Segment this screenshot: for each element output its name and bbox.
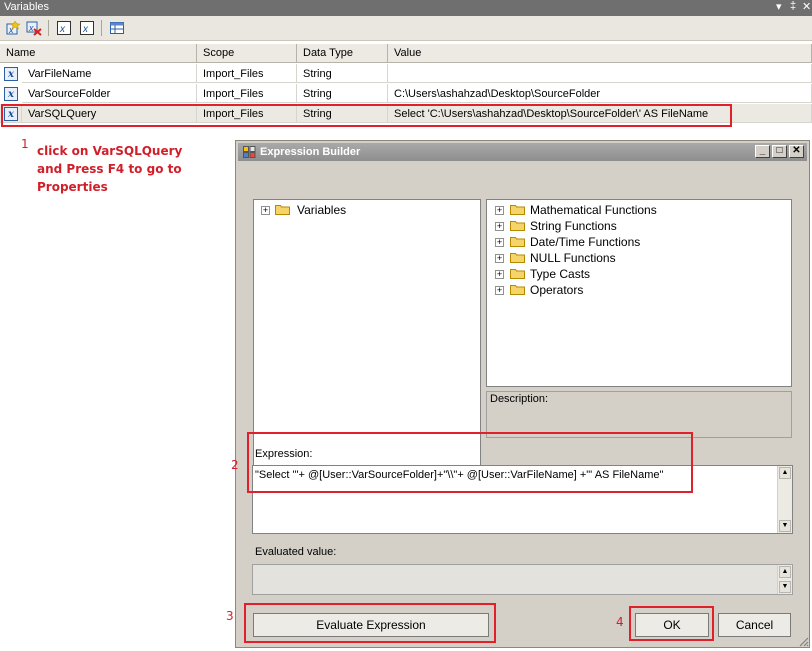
close-button[interactable]: ✕ [789, 145, 804, 158]
tree-item-label[interactable]: Mathematical Functions [530, 203, 657, 219]
delete-variable-icon[interactable]: x [25, 19, 43, 37]
step1-instruction: click on VarSQLQuery and Press F4 to go … [37, 142, 182, 196]
folder-icon [510, 237, 525, 247]
show-system-variables-icon[interactable]: x [55, 19, 73, 37]
expand-icon[interactable]: + [495, 238, 504, 247]
expand-icon[interactable]: + [495, 286, 504, 295]
variables-tree[interactable]: + Variables [253, 199, 481, 480]
scroll-up-icon[interactable]: ▲ [779, 566, 791, 578]
variable-data-type[interactable]: String [297, 104, 388, 123]
column-header-value[interactable]: Value [388, 44, 812, 63]
evaluated-value-label: Evaluated value: [255, 546, 337, 558]
variable-name[interactable]: VarSQLQuery [22, 104, 197, 123]
add-variable-icon[interactable]: x [4, 19, 22, 37]
variable-name[interactable]: VarFileName [22, 64, 197, 83]
toolbar-separator [48, 20, 49, 36]
scroll-down-icon[interactable]: ▼ [779, 581, 791, 593]
column-header-data-type[interactable]: Data Type [297, 44, 388, 63]
svg-text:x: x [28, 23, 34, 33]
dialog-app-icon [243, 146, 256, 158]
variable-name[interactable]: VarSourceFolder [22, 84, 197, 103]
expression-scrollbar[interactable]: ▲ ▼ [777, 466, 792, 533]
evaluated-value-box: ▲ ▼ [252, 564, 793, 595]
scroll-down-icon[interactable]: ▼ [779, 520, 791, 532]
variable-icon: x [4, 87, 18, 101]
svg-text:x: x [59, 24, 66, 35]
step3-number: 3 [226, 609, 234, 623]
evaluate-expression-button[interactable]: Evaluate Expression [253, 613, 489, 637]
variable-value[interactable]: Select 'C:\Users\ashahzad\Desktop\Source… [388, 104, 812, 123]
step2-number: 2 [231, 458, 239, 472]
choose-columns-icon[interactable] [108, 19, 126, 37]
variable-icon: x [4, 67, 18, 81]
step1-line: and Press F4 to go to [37, 162, 182, 176]
dialog-title-bar: Expression Builder _ □ ✕ [238, 143, 807, 161]
variable-scope: Import_Files [197, 104, 297, 123]
expression-text[interactable]: "Select '"+ @[User::VarSourceFolder]+"\\… [255, 469, 663, 481]
dialog-title: Expression Builder [260, 146, 361, 158]
variable-data-type[interactable]: String [297, 84, 388, 103]
tree-item-label[interactable]: NULL Functions [530, 251, 616, 267]
window-position-icon[interactable]: ▾ [776, 0, 782, 13]
variable-data-type[interactable]: String [297, 64, 388, 83]
description-label: Description: [490, 393, 549, 405]
expand-icon[interactable]: + [495, 254, 504, 263]
pin-icon[interactable]: ‡ [790, 0, 796, 12]
folder-icon [275, 205, 290, 215]
expression-textbox[interactable]: "Select '"+ @[User::VarSourceFolder]+"\\… [252, 465, 793, 534]
resize-grip-icon[interactable] [797, 635, 809, 647]
expression-label: Expression: [255, 448, 313, 460]
step1-line: Properties [37, 180, 108, 194]
folder-icon [510, 253, 525, 263]
expression-builder-dialog: Expression Builder _ □ ✕ + Variables + M… [235, 140, 810, 648]
variables-grid: Name Scope Data Type Value x VarFileName… [0, 44, 812, 127]
step1-number: 1 [21, 137, 29, 151]
maximize-button[interactable]: □ [772, 145, 787, 158]
tree-item-variables[interactable]: Variables [297, 203, 346, 219]
expand-icon[interactable]: + [495, 206, 504, 215]
expand-icon[interactable]: + [261, 206, 270, 215]
close-icon[interactable]: ✕ [802, 0, 811, 13]
variables-toolbar: x x x x [0, 16, 812, 41]
step1-line: click on VarSQLQuery [37, 144, 183, 158]
expand-icon[interactable]: + [495, 222, 504, 231]
toolbar-separator [101, 20, 102, 36]
functions-tree[interactable]: + Mathematical Functions + String Functi… [486, 199, 792, 387]
minimize-button[interactable]: _ [755, 145, 770, 158]
column-header-name[interactable]: Name [0, 44, 197, 63]
tree-item-label[interactable]: Operators [530, 283, 583, 299]
step4-number: 4 [616, 615, 624, 629]
evaluated-scrollbar[interactable]: ▲ ▼ [777, 565, 792, 594]
ok-button[interactable]: OK [635, 613, 709, 637]
tree-item-label[interactable]: Type Casts [530, 267, 590, 283]
tree-item-label[interactable]: String Functions [530, 219, 617, 235]
variable-value[interactable] [388, 64, 812, 83]
variables-title-bar: Variables ▾ ‡ ✕ [0, 0, 812, 16]
variable-scope: Import_Files [197, 84, 297, 103]
variable-value[interactable]: C:\Users\ashahzad\Desktop\SourceFolder [388, 84, 812, 103]
tree-item-label[interactable]: Date/Time Functions [530, 235, 640, 251]
folder-icon [510, 285, 525, 295]
column-header-scope[interactable]: Scope [197, 44, 297, 63]
cancel-button[interactable]: Cancel [718, 613, 791, 637]
folder-icon [510, 269, 525, 279]
folder-icon [510, 221, 525, 231]
expand-icon[interactable]: + [495, 270, 504, 279]
scroll-up-icon[interactable]: ▲ [779, 467, 791, 479]
svg-text:x: x [82, 24, 89, 35]
variable-scope: Import_Files [197, 64, 297, 83]
variable-icon: x [4, 107, 18, 121]
description-panel: Description: [486, 391, 792, 438]
show-all-variables-icon[interactable]: x [78, 19, 96, 37]
folder-icon [510, 205, 525, 215]
variables-title: Variables [4, 1, 50, 13]
